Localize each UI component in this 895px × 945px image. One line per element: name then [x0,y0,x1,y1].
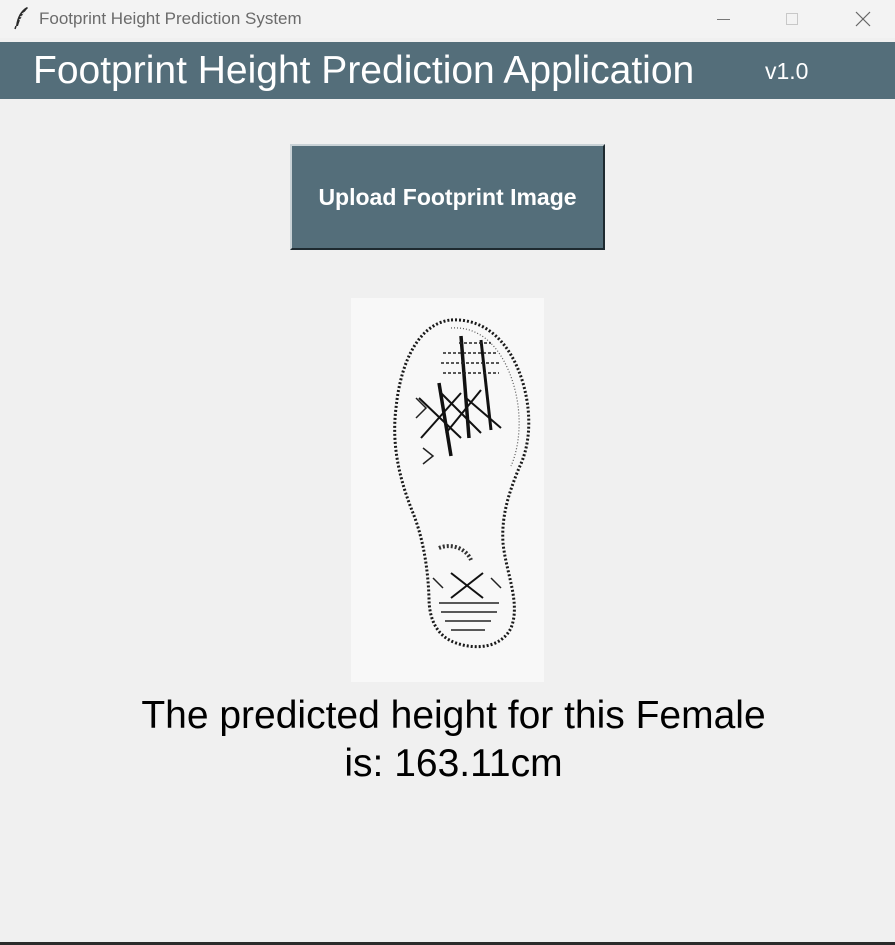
maximize-icon [786,13,798,25]
app-header: Footprint Height Prediction Application … [0,42,895,99]
upload-footprint-button[interactable]: Upload Footprint Image [290,144,605,250]
close-button[interactable] [840,0,886,38]
feather-icon [14,7,28,30]
upload-button-label: Upload Footprint Image [318,183,577,210]
app-window: Footprint Height Prediction System Footp… [0,0,895,943]
minimize-icon [717,19,730,20]
footprint-image [351,298,544,682]
minimize-button[interactable] [700,0,746,38]
result-line-2: is: 163.11cm [344,742,563,785]
app-title: Footprint Height Prediction Application [33,49,695,92]
maximize-button[interactable] [769,0,815,38]
result-line-1: The predicted height for this Female [141,694,766,737]
window-title: Footprint Height Prediction System [39,9,302,28]
close-icon [855,11,871,27]
prediction-result: The predicted height for this Female is:… [0,692,895,788]
version-label: v1.0 [765,58,809,84]
title-bar[interactable]: Footprint Height Prediction System [0,0,895,38]
